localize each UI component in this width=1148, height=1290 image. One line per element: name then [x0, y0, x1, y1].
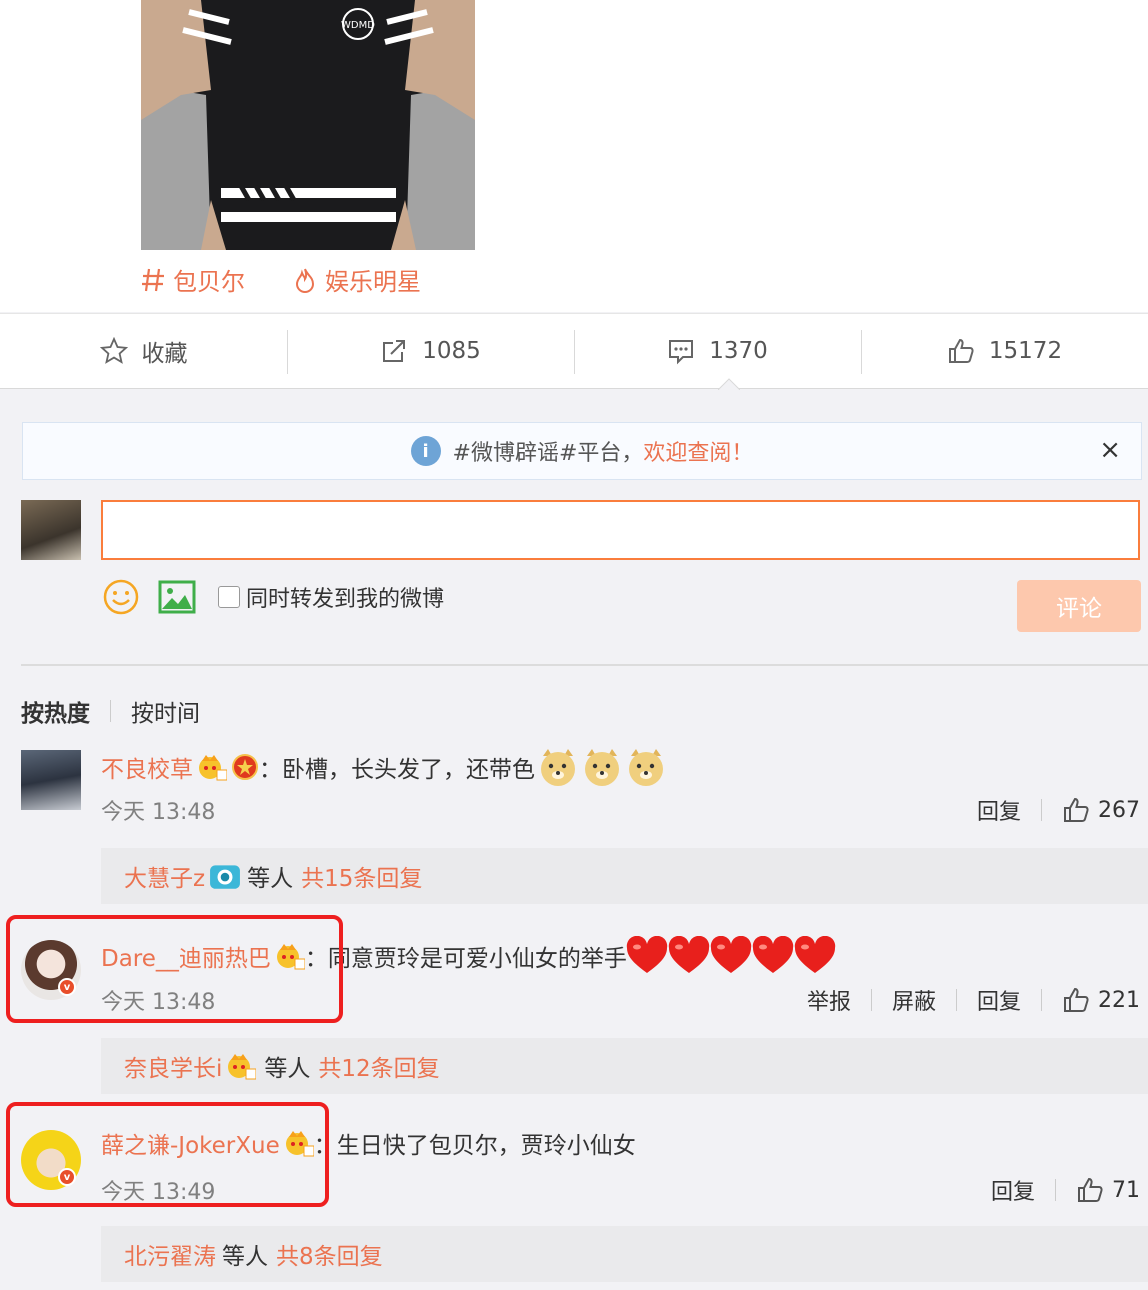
- topic-tag-label: 包贝尔: [173, 268, 245, 296]
- emoji-icon[interactable]: [102, 578, 140, 616]
- block-button[interactable]: 屏蔽: [892, 984, 936, 1016]
- repost-checkbox[interactable]: 同时转发到我的微博: [218, 581, 444, 613]
- post-tags: 包贝尔 娱乐明星: [141, 262, 421, 297]
- reply-button[interactable]: 回复: [977, 794, 1021, 826]
- reply-summary[interactable]: 北污翟涛 等人 共8条回复: [101, 1226, 1148, 1282]
- comment-time: 今天 13:48: [101, 800, 216, 825]
- star-badge-icon[interactable]: [231, 753, 259, 781]
- comment-text: 同意贾玲是可爱小仙女的举手: [327, 946, 627, 972]
- comment-username[interactable]: 不良校草: [101, 750, 193, 784]
- star-icon: [99, 337, 128, 364]
- category-tag[interactable]: 娱乐明星: [293, 262, 421, 297]
- highlight-box: [6, 915, 343, 1023]
- topic-tag[interactable]: 包贝尔: [141, 262, 245, 297]
- like-count: 15172: [988, 338, 1063, 364]
- post-area: WDMD 包贝尔 娱乐明星: [0, 0, 1148, 312]
- favorite-label: 收藏: [141, 341, 188, 367]
- comment-like-count: 267: [1098, 797, 1140, 823]
- close-icon[interactable]: ×: [1099, 435, 1121, 465]
- composer-tools: 同时转发到我的微博: [102, 578, 444, 616]
- heart-emoji-icon: [626, 936, 668, 973]
- comment-text: 卧槽，长头发了，还带色: [282, 757, 535, 783]
- active-tab-caret: [718, 378, 740, 390]
- info-icon: i: [410, 436, 441, 466]
- hash-icon: [142, 268, 164, 291]
- comment-button[interactable]: 1370: [574, 314, 861, 388]
- comment-text: 生日快了包贝尔，贾玲小仙女: [336, 1133, 636, 1159]
- comment-icon: [669, 340, 694, 365]
- reply-username[interactable]: 奈良学长i: [124, 1049, 222, 1083]
- comment-like-count: 221: [1098, 987, 1140, 1013]
- comment-input[interactable]: [101, 500, 1140, 560]
- camera-icon: [210, 865, 241, 889]
- rumor-notice: i #微博辟谣#平台， 欢迎查阅！ ×: [22, 422, 1142, 480]
- checkbox-box[interactable]: [218, 586, 240, 608]
- comment-actions: 回复 71: [991, 1174, 1140, 1206]
- favorite-button[interactable]: 收藏: [0, 314, 287, 388]
- thumbs-up-icon[interactable]: [1062, 796, 1090, 824]
- repost-button[interactable]: 1085: [287, 314, 574, 388]
- reply-count-link[interactable]: 共8条回复: [276, 1237, 383, 1271]
- comment-actions: 举报 屏蔽 回复 221: [807, 984, 1140, 1016]
- divider: [110, 700, 111, 722]
- thumbs-up-icon[interactable]: [1076, 1176, 1104, 1204]
- doge-emoji-icon: [541, 749, 575, 786]
- reply-count-link[interactable]: 共12条回复: [318, 1049, 439, 1083]
- reply-button[interactable]: 回复: [977, 984, 1021, 1016]
- post-photo[interactable]: WDMD: [141, 0, 475, 250]
- shirt-logo: WDMD: [341, 20, 375, 31]
- comment-line: 不良校草 ： 卧槽，长头发了，还带色: [101, 746, 667, 788]
- reply-summary[interactable]: 大慧子z 等人 共15条回复: [101, 848, 1148, 904]
- repost-checkbox-label: 同时转发到我的微博: [246, 587, 445, 612]
- divider: [1055, 1179, 1056, 1201]
- action-bar: 收藏 1085 1370 15172: [0, 313, 1148, 389]
- reply-username[interactable]: 大慧子z: [124, 859, 205, 893]
- comment-separator: ：: [259, 757, 282, 783]
- highlight-box: [6, 1102, 329, 1207]
- image-icon[interactable]: [158, 580, 196, 614]
- divider: [1041, 799, 1042, 821]
- like-button[interactable]: 15172: [861, 314, 1148, 388]
- sort-time-tab[interactable]: 按时间: [131, 694, 200, 728]
- thumbs-up-icon: [948, 338, 974, 363]
- repost-count: 1085: [422, 338, 481, 364]
- tshirt-image: WDMD: [141, 0, 475, 250]
- notice-text: #微博辟谣#平台，: [452, 441, 644, 466]
- divider: [955, 989, 957, 1011]
- reply-count-link[interactable]: 共15条回复: [301, 859, 422, 893]
- my-avatar[interactable]: [21, 500, 81, 560]
- sort-hot-tab[interactable]: 按热度: [21, 694, 90, 728]
- doge-emoji-icon: [629, 749, 663, 786]
- submit-comment-button[interactable]: 评论: [1017, 580, 1141, 632]
- reply-username[interactable]: 北污翟涛: [124, 1237, 216, 1271]
- share-icon: [383, 340, 406, 362]
- heart-emoji-icon: [668, 936, 710, 973]
- doge-emoji-icon: [585, 749, 619, 786]
- member-crown-icon: [228, 1054, 257, 1080]
- reply-button[interactable]: 回复: [991, 1174, 1035, 1206]
- heart-emoji-icon: [794, 936, 836, 973]
- reply-others-label: 等人: [222, 1244, 268, 1270]
- heart-emoji-icon: [752, 936, 794, 973]
- category-tag-label: 娱乐明星: [325, 268, 421, 296]
- divider: [870, 989, 872, 1011]
- divider: [1041, 989, 1042, 1011]
- avatar[interactable]: [21, 750, 81, 810]
- comment-like-count: 71: [1112, 1177, 1140, 1203]
- notice-link[interactable]: 欢迎查阅！: [643, 435, 753, 467]
- reply-summary[interactable]: 奈良学长i 等人 共12条回复: [101, 1038, 1148, 1094]
- divider: [21, 664, 1148, 666]
- flame-icon: [295, 268, 315, 293]
- comment-actions: 回复 267: [977, 794, 1140, 826]
- heart-emoji-icon: [710, 936, 752, 973]
- report-button[interactable]: 举报: [807, 984, 851, 1016]
- sort-tabs: 按热度 按时间: [21, 694, 200, 728]
- reply-others-label: 等人: [247, 866, 294, 892]
- comment-count: 1370: [709, 338, 768, 364]
- member-crown-icon[interactable]: [197, 753, 227, 781]
- reply-others-label: 等人: [264, 1056, 311, 1082]
- thumbs-up-icon[interactable]: [1062, 986, 1090, 1014]
